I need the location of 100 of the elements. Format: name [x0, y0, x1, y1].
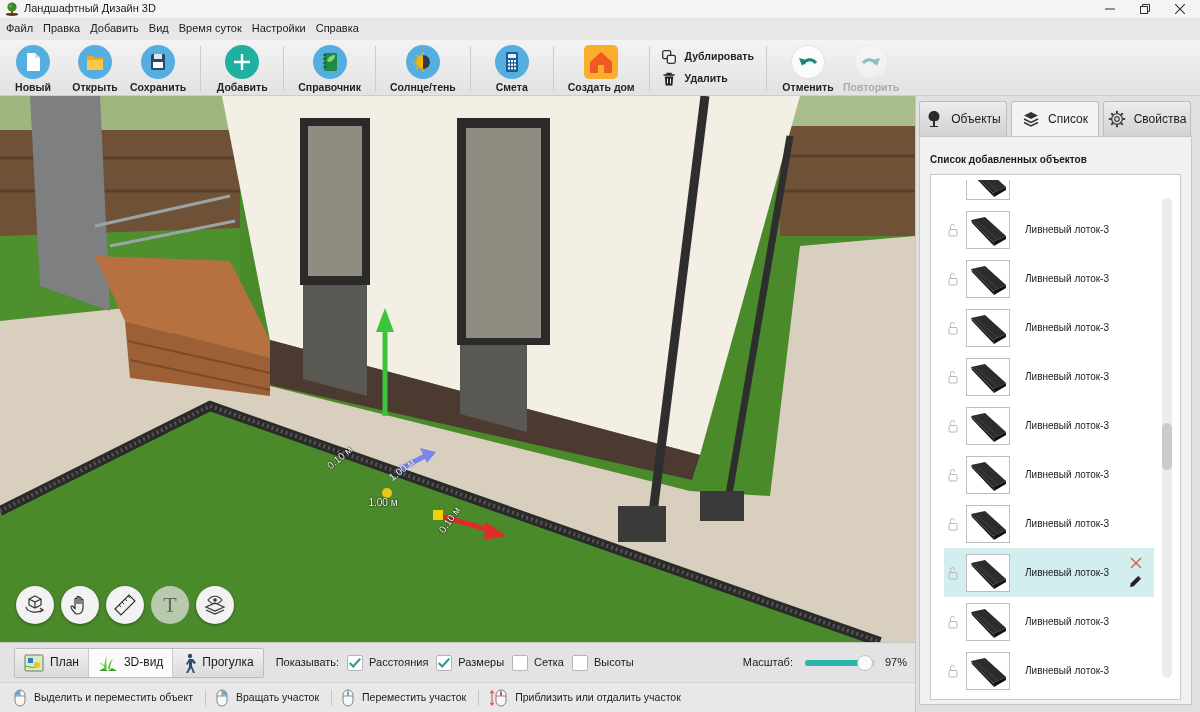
- menu-item[interactable]: Добавить: [85, 22, 144, 36]
- hint-text: Вращать участок: [235, 691, 319, 704]
- list-item[interactable]: Ливневый лоток-3: [944, 401, 1154, 450]
- toolbar-button[interactable]: Смета: [480, 40, 543, 95]
- padlock-icon[interactable]: [947, 663, 959, 678]
- checkbox[interactable]: [436, 654, 453, 671]
- padlock-icon[interactable]: [947, 516, 959, 531]
- show-label: Показывать:: [275, 655, 340, 670]
- layers-icon: [1022, 110, 1041, 128]
- toolbar-button[interactable]: Отменить: [777, 40, 839, 95]
- dimension-label: 1.00 м: [386, 456, 418, 484]
- book-icon: [312, 45, 347, 79]
- drain-tray-icon: [966, 180, 1010, 200]
- toolbar-button[interactable]: Новый: [2, 40, 64, 95]
- drain-tray-icon: [966, 406, 1010, 445]
- slider-thumb[interactable]: [857, 654, 874, 671]
- padlock-icon[interactable]: [947, 418, 959, 433]
- menu-item[interactable]: Время суток: [173, 22, 247, 36]
- list-item[interactable]: Ливневый лоток-3: [944, 499, 1154, 548]
- list-item[interactable]: Ливневый лоток-3: [944, 254, 1154, 303]
- menu-item[interactable]: Правка: [38, 22, 86, 36]
- drain-tray-icon: [966, 308, 1010, 347]
- mouse-right-button-icon: [215, 688, 228, 707]
- mouse-wheel-icon: [342, 688, 354, 707]
- item-label: Ливневый лоток-3: [1025, 223, 1109, 236]
- toolbar-button[interactable]: Справочник: [294, 40, 366, 95]
- house-icon: [584, 45, 619, 79]
- list-item[interactable]: Ливневый лоток-3: [944, 646, 1154, 695]
- plus-icon: [225, 45, 260, 79]
- checkbox-label: Размеры: [458, 655, 505, 670]
- scrollbar-thumb[interactable]: [1162, 423, 1172, 470]
- pencil-icon[interactable]: [1129, 575, 1142, 588]
- padlock-icon[interactable]: [947, 271, 959, 286]
- restore-icon[interactable]: [1140, 4, 1150, 14]
- list-item[interactable]: Ливневый лоток-3: [944, 597, 1154, 646]
- item-label: Ливневый лоток-3: [1025, 468, 1109, 481]
- half-sun-icon: [405, 45, 440, 79]
- item-label: Ливневый лоток-3: [1025, 517, 1109, 530]
- dimension-label: 0.10 м: [325, 444, 355, 472]
- padlock-icon[interactable]: [947, 614, 959, 629]
- drain-tray-icon: [966, 259, 1010, 298]
- toolbar-button[interactable]: Создать дом: [563, 40, 639, 95]
- padlock-icon[interactable]: [947, 467, 959, 482]
- panel-heading: Список добавленных объектов: [930, 153, 1088, 167]
- calculator-icon: [494, 45, 529, 79]
- drain-tray-icon: [966, 553, 1010, 592]
- panel-tab[interactable]: Свойства: [1103, 101, 1191, 136]
- view-mode-tab[interactable]: План: [15, 648, 89, 677]
- hint-text: Выделить и переместить объект: [34, 691, 193, 704]
- view-mode-tab[interactable]: Прогулка: [173, 648, 263, 677]
- drain-tray-icon: [966, 210, 1010, 249]
- list-item[interactable]: Ливневый лоток-3: [944, 548, 1154, 597]
- undo-icon: [791, 45, 825, 79]
- checkmark-icon: [348, 655, 363, 670]
- padlock-icon[interactable]: [947, 222, 959, 237]
- checkbox[interactable]: [572, 654, 588, 671]
- toolbar-button[interactable]: Открыть: [64, 40, 126, 95]
- panel-tab[interactable]: Объекты: [919, 101, 1007, 136]
- list-item[interactable]: Ливневый лоток-3: [944, 303, 1154, 352]
- list-item[interactable]: Ливневый лоток-3: [944, 205, 1154, 254]
- padlock-icon[interactable]: [947, 320, 959, 335]
- drain-tray-icon: [966, 602, 1010, 641]
- drain-tray-icon: [966, 357, 1010, 396]
- toolbar-button[interactable]: Солнце/тень: [386, 40, 460, 95]
- checkbox[interactable]: [512, 654, 529, 671]
- panel-tab[interactable]: Список: [1011, 101, 1099, 136]
- toolbar-button[interactable]: Добавить: [211, 40, 274, 95]
- toolbar-button[interactable]: Дублировать: [653, 48, 762, 65]
- toolbar-button[interactable]: Удалить: [653, 70, 762, 87]
- drain-tray-icon: [966, 504, 1010, 543]
- settings-icon: [1107, 110, 1126, 128]
- view-mode-tab[interactable]: 3D-вид: [88, 648, 174, 677]
- checkbox[interactable]: [347, 654, 364, 671]
- close-icon[interactable]: [1175, 4, 1185, 14]
- menu-item[interactable]: Настройки: [246, 22, 311, 36]
- checkbox-label: Сетка: [534, 655, 564, 670]
- delete-cross-icon[interactable]: [1129, 557, 1142, 569]
- zoom-label: Масштаб:: [742, 655, 793, 670]
- floppy-disk-icon: [141, 45, 176, 79]
- item-label: Ливневый лоток-3: [1025, 321, 1109, 334]
- menu-item[interactable]: Вид: [143, 22, 174, 36]
- list-item[interactable]: Ливневый лоток-3: [944, 450, 1154, 499]
- list-item[interactable]: Ливневый лоток-3: [944, 352, 1154, 401]
- ruler-icon: [113, 593, 137, 617]
- mouse-scroll-icon: [489, 688, 508, 707]
- menu-item[interactable]: Справка: [310, 22, 364, 36]
- trash-icon: [661, 71, 676, 86]
- drain-tray-icon: [966, 651, 1010, 690]
- item-label: Ливневый лоток-3: [1025, 664, 1109, 677]
- toolbar-button[interactable]: Сохранить: [126, 40, 191, 95]
- padlock-icon[interactable]: [947, 565, 959, 580]
- dimension-label: 1.00 м: [368, 497, 398, 509]
- window-title: Ландшафтный Дизайн 3D: [24, 2, 156, 16]
- layers-eye-icon: [203, 593, 227, 617]
- padlock-icon[interactable]: [947, 369, 959, 384]
- menu-item[interactable]: Файл: [1, 22, 39, 36]
- drain-tray-icon: [966, 455, 1010, 494]
- item-label: Ливневый лоток-3: [1025, 272, 1109, 285]
- checkbox-label: Высоты: [594, 655, 634, 670]
- item-label: Ливневый лоток-3: [1025, 566, 1109, 579]
